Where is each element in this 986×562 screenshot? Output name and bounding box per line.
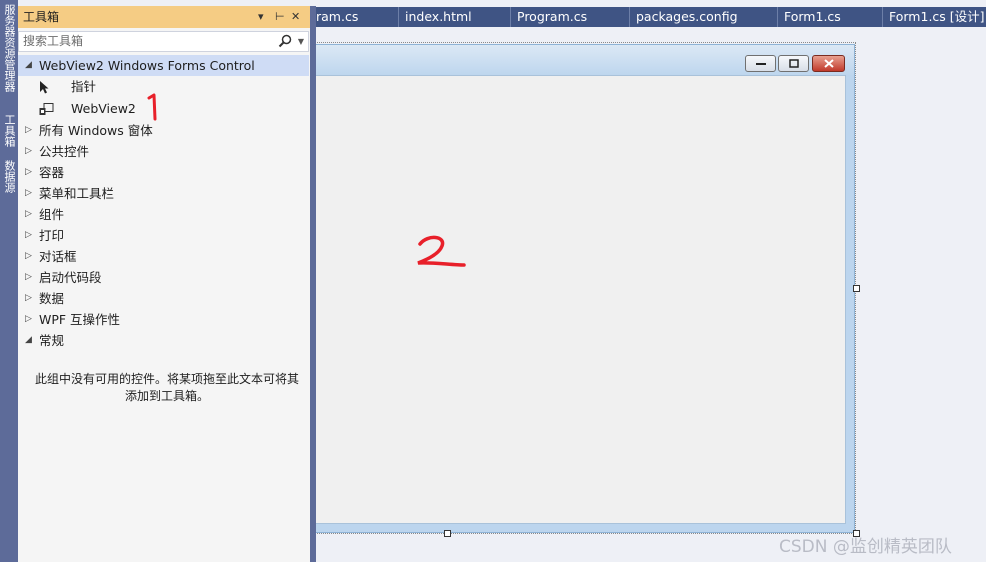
group-label: 所有 Windows 窗体 [39,123,153,138]
group-webview2[interactable]: ◢ WebView2 Windows Forms Control [18,55,309,76]
collapsed-arrow-icon: ▷ [25,272,32,282]
tab-packages-config[interactable]: packages.config [629,7,777,27]
group-menus-toolbars[interactable]: ▷ 菜单和工具栏 [18,183,309,204]
group-label: 公共控件 [39,144,90,159]
search-dropdown-icon[interactable]: ▼ [298,32,304,51]
watermark: CSDN @监创精英团队 [779,537,952,557]
minimize-button[interactable] [745,55,776,72]
group-dialogs[interactable]: ▷ 对话框 [18,246,309,267]
group-label: 打印 [39,228,65,243]
group-startup-snippets[interactable]: ▷ 启动代码段 [18,267,309,288]
tab-program-cs[interactable]: Program.cs [510,7,629,27]
group-label: WPF 互操作性 [39,312,121,327]
toolbox-header: 工具箱 ▾ ⊢ ✕ [18,6,310,28]
tool-item-label: WebView2 [71,101,136,116]
expanded-arrow-icon: ◢ [25,335,32,345]
toolbox-title: 工具箱 [23,10,60,24]
group-containers[interactable]: ▷ 容器 [18,162,309,183]
group-label: 常规 [39,333,65,348]
collapsed-arrow-icon: ▷ [25,230,32,240]
tab-index-html[interactable]: index.html [398,7,510,27]
form-titlebar[interactable] [306,45,854,75]
side-tab-data-sources[interactable]: 数据源 [0,160,18,193]
form1-window[interactable] [305,44,855,533]
side-tab-strip: 服务器资源管理器 工具箱 数据源 [0,0,18,562]
empty-group-message: 此组中没有可用的控件。将某项拖至此文本可将其 添加到工具箱。 [26,371,308,405]
group-printing[interactable]: ▷ 打印 [18,225,309,246]
search-placeholder: 搜索工具箱 [23,34,84,48]
group-label: 菜单和工具栏 [39,186,115,201]
tool-item-pointer[interactable]: 指针 [18,76,309,98]
collapsed-arrow-icon: ▷ [25,188,32,198]
dropdown-icon[interactable]: ▾ [258,6,264,28]
group-label: 启动代码段 [39,270,102,285]
annotation-1 [147,93,157,121]
pointer-icon [40,81,49,94]
search-icon[interactable] [278,34,292,48]
collapsed-arrow-icon: ▷ [25,146,32,156]
empty-message-line: 添加到工具箱。 [124,389,209,403]
group-label: WebView2 Windows Forms Control [39,58,255,73]
collapsed-arrow-icon: ▷ [25,209,32,219]
collapsed-arrow-icon: ▷ [25,251,32,261]
group-common-controls[interactable]: ▷ 公共控件 [18,141,309,162]
maximize-button[interactable] [778,55,809,72]
collapsed-arrow-icon: ▷ [25,293,32,303]
close-icon[interactable]: ✕ [291,6,300,28]
group-components[interactable]: ▷ 组件 [18,204,309,225]
group-label: 对话框 [39,249,77,264]
group-label: 容器 [39,165,65,180]
form-client-area[interactable] [314,75,846,524]
group-all-windows-forms[interactable]: ▷ 所有 Windows 窗体 [18,120,309,141]
tab-program-partial[interactable]: ram.cs [310,7,398,27]
group-label: 组件 [39,207,65,222]
minimize-icon [755,62,766,65]
expanded-arrow-icon: ◢ [25,60,32,70]
group-wpf-interop[interactable]: ▷ WPF 互操作性 [18,309,309,330]
close-icon [823,59,834,68]
group-data[interactable]: ▷ 数据 [18,288,309,309]
side-tab-server-explorer[interactable]: 服务器资源管理器 [0,4,18,92]
resize-handle-bottom[interactable] [444,530,451,537]
resize-handle-right[interactable] [853,285,860,292]
tab-form1-design[interactable]: Form1.cs [设计] [882,7,986,27]
tab-form1-cs[interactable]: Form1.cs [777,7,882,27]
webview2-icon [39,103,54,115]
tool-item-label: 指针 [71,79,97,94]
side-tab-toolbox[interactable]: 工具箱 [0,114,18,147]
collapsed-arrow-icon: ▷ [25,314,32,324]
annotation-2 [417,235,466,267]
group-general[interactable]: ◢ 常规 [18,330,309,351]
collapsed-arrow-icon: ▷ [25,167,32,177]
close-button[interactable] [812,55,845,72]
collapsed-arrow-icon: ▷ [25,125,32,135]
group-label: 数据 [39,291,65,306]
pin-icon[interactable]: ⊢ [275,6,285,28]
toolbox-panel: 工具箱 ▾ ⊢ ✕ 搜索工具箱 ▼ ◢ WebView2 Windows For… [18,6,316,562]
tool-item-webview2[interactable]: WebView2 [18,98,309,120]
empty-message-line: 此组中没有可用的控件。将某项拖至此文本可将其 [34,372,299,386]
restore-icon [788,59,799,68]
toolbox-search-input[interactable]: 搜索工具箱 ▼ [18,31,309,52]
